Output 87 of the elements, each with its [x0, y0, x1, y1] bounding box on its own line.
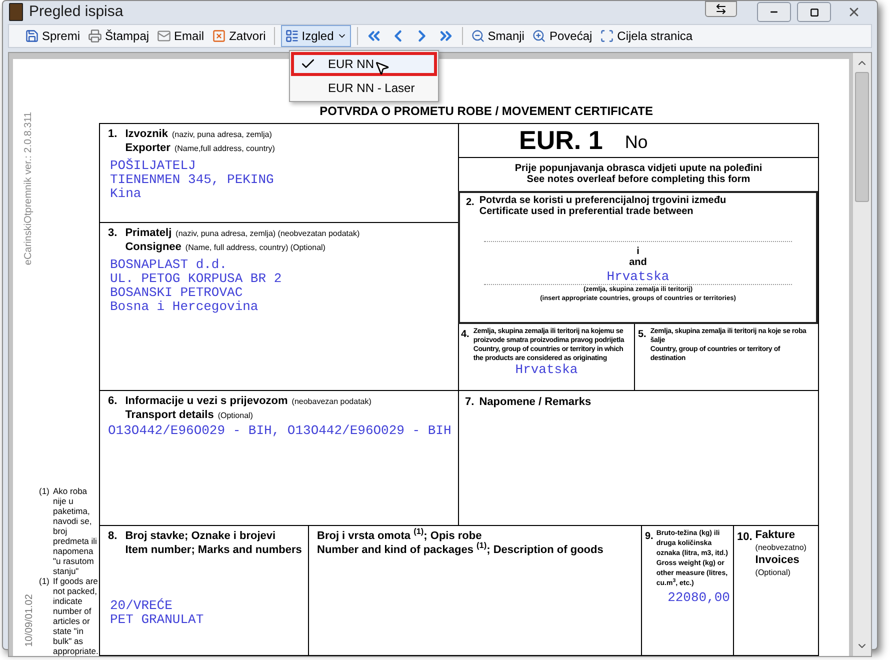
- layout-dropdown-button[interactable]: Izgled: [280, 24, 351, 46]
- box-number: 9.: [645, 530, 654, 544]
- layout-icon: [284, 28, 299, 42]
- maximize-button[interactable]: [797, 2, 831, 22]
- minimize-button[interactable]: [757, 2, 791, 22]
- field-label: Invoices: [755, 554, 800, 566]
- footnote-marker: (1): [39, 576, 50, 588]
- footnote: Ako roba nije u paketima, navodi se, broj predmeta ili napomena "u rasutom stanju": [53, 486, 98, 576]
- toolbar-button[interactable]: Zatvori: [210, 26, 268, 44]
- resize-button[interactable]: [705, 1, 737, 17]
- field-value: BOSNAPLAST d.d.: [110, 258, 228, 272]
- number-label: No: [624, 130, 648, 154]
- field-note: (Name,full address, country): [174, 142, 275, 154]
- toolbar-button[interactable]: Email: [155, 26, 206, 44]
- field-label: Informacije u vezi s prijevozom: [125, 394, 288, 408]
- conjunction: i: [636, 246, 640, 256]
- toolbar-button[interactable]: Štampaj: [86, 26, 152, 44]
- zoom-in-icon: [532, 28, 546, 42]
- box-number: 8.: [108, 528, 118, 544]
- field-label: Item number; Marks and numbers: [125, 542, 302, 556]
- field-label: Potvrda se koristi u preferencijalnoj trgovini između: [479, 194, 726, 206]
- conjunction: and: [629, 256, 647, 268]
- field-label: Number and kind of packages $^{(1)}$; Description of goods: [317, 542, 604, 556]
- mouse-cursor-icon: [374, 60, 390, 76]
- app-icon: [9, 3, 23, 22]
- maximize-icon: [810, 8, 818, 17]
- field-label: Fakture: [755, 528, 796, 542]
- zoom-out-icon: [470, 28, 485, 42]
- field-note: (Optional): [755, 566, 792, 578]
- box-number: 4.: [461, 328, 470, 342]
- field-label: Transport details: [125, 408, 214, 422]
- scroll-thumb[interactable]: [855, 72, 869, 202]
- close-icon: [212, 28, 226, 42]
- menu-item[interactable]: EUR NN - Laser: [291, 76, 437, 100]
- instruction-note: See notes overleaf before completing this form: [526, 174, 750, 185]
- fit-page-icon: [600, 28, 614, 42]
- form-code: 10/09/01.02: [22, 594, 36, 647]
- box-number: 2.: [466, 196, 474, 210]
- form-title: POTVRDA O PROMETU ROBE / MOVEMENT CERTIFICATE: [320, 102, 653, 120]
- field-value: BOSANSKI PETROVAC: [110, 286, 244, 300]
- field-value: UL. PETOG KORPUSA BR 2: [110, 272, 283, 286]
- field-label: Napomene / Remarks: [479, 394, 592, 410]
- box-number: 6.: [108, 394, 118, 408]
- field-note: (Optional): [218, 410, 253, 422]
- field-label: Consignee: [125, 240, 182, 254]
- field-value: Bosna i Hercegovina: [110, 300, 260, 314]
- field-value: 20/VREĆE: [110, 598, 174, 612]
- field-note: (Name, full address, country) (Optional): [185, 242, 326, 254]
- box-number: 5.: [638, 328, 646, 342]
- save-icon: [25, 28, 39, 42]
- instruction-note: Prije popunjavanja obrasca vidjeti upute na poleđini: [514, 163, 762, 174]
- double-arrow-icon: [715, 3, 727, 15]
- field-note: (naziv, puna adresa, zemlja) (neobvezatan podatak): [176, 228, 360, 240]
- field-value: Hrvatska: [515, 362, 578, 376]
- field-label: Exporter: [125, 140, 170, 154]
- box-number: 10.: [737, 530, 752, 544]
- certificate-title: EUR. 1: [519, 124, 603, 156]
- box-number: 3.: [108, 226, 118, 240]
- field-note: (neobvezatno): [755, 542, 806, 554]
- field-label: Certificate used in preferential trade between: [479, 206, 694, 216]
- field-value: Hrvatska: [606, 270, 670, 284]
- field-label: Broj stavke; Oznake i brojevi: [125, 528, 276, 542]
- footnote-marker: (1): [39, 486, 50, 498]
- footnote: If goods are not packed, indicate number of articles or state "in bulk" as appropriate.: [53, 576, 99, 656]
- box-number: 1.: [108, 126, 118, 142]
- toolbar-button[interactable]: Cijela stranica: [598, 26, 695, 44]
- version-note: eCarinskiOtpremnik ver.: 2.0.8.311: [22, 112, 36, 266]
- field-note: (naziv, puna adresa, zemlja): [172, 128, 272, 140]
- field-value: TIENENMEN 345, PEKING: [110, 172, 275, 186]
- field-label: Izvoznik: [125, 126, 168, 140]
- toolbar-button[interactable]: Povećaj: [530, 26, 594, 44]
- window-title: Pregled ispisa: [29, 2, 124, 22]
- printer-icon: [88, 28, 102, 42]
- box-number: 7.: [465, 394, 474, 410]
- field-value: O13O442/E96O029 - BIH, O13O442/E96O029 - BIH: [108, 424, 452, 438]
- field-value: Kina: [110, 186, 142, 200]
- menu-item[interactable]: EUR NN: [291, 52, 437, 76]
- field-value: POŠILJATELJ: [110, 158, 197, 172]
- field-value: 22080,00: [668, 590, 730, 604]
- toolbar-button[interactable]: Spremi: [23, 26, 82, 44]
- toolbar-button[interactable]: Smanji: [468, 26, 526, 44]
- vertical-scrollbar[interactable]: [853, 52, 871, 656]
- field-note: (neobavezan podatak): [292, 396, 372, 408]
- envelope-icon: [157, 28, 172, 42]
- field-label: Primatelj: [125, 226, 172, 240]
- field-value: PET GRANULAT: [110, 612, 205, 626]
- field-label: Broj i vrsta omota $^{(1)}$; Opis robe: [317, 528, 483, 542]
